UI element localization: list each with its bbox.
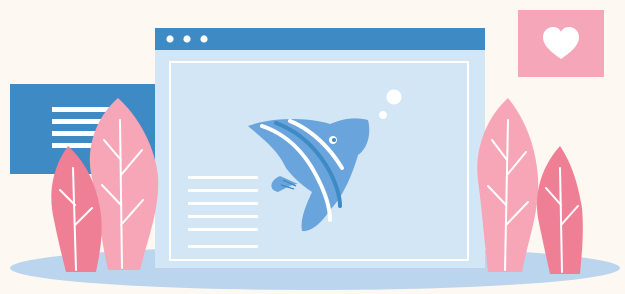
illustration-scene [0,0,625,294]
illustration-canvas [10,10,620,290]
panel-line [52,107,112,112]
heart-card [518,10,604,77]
right-plants [477,98,583,274]
